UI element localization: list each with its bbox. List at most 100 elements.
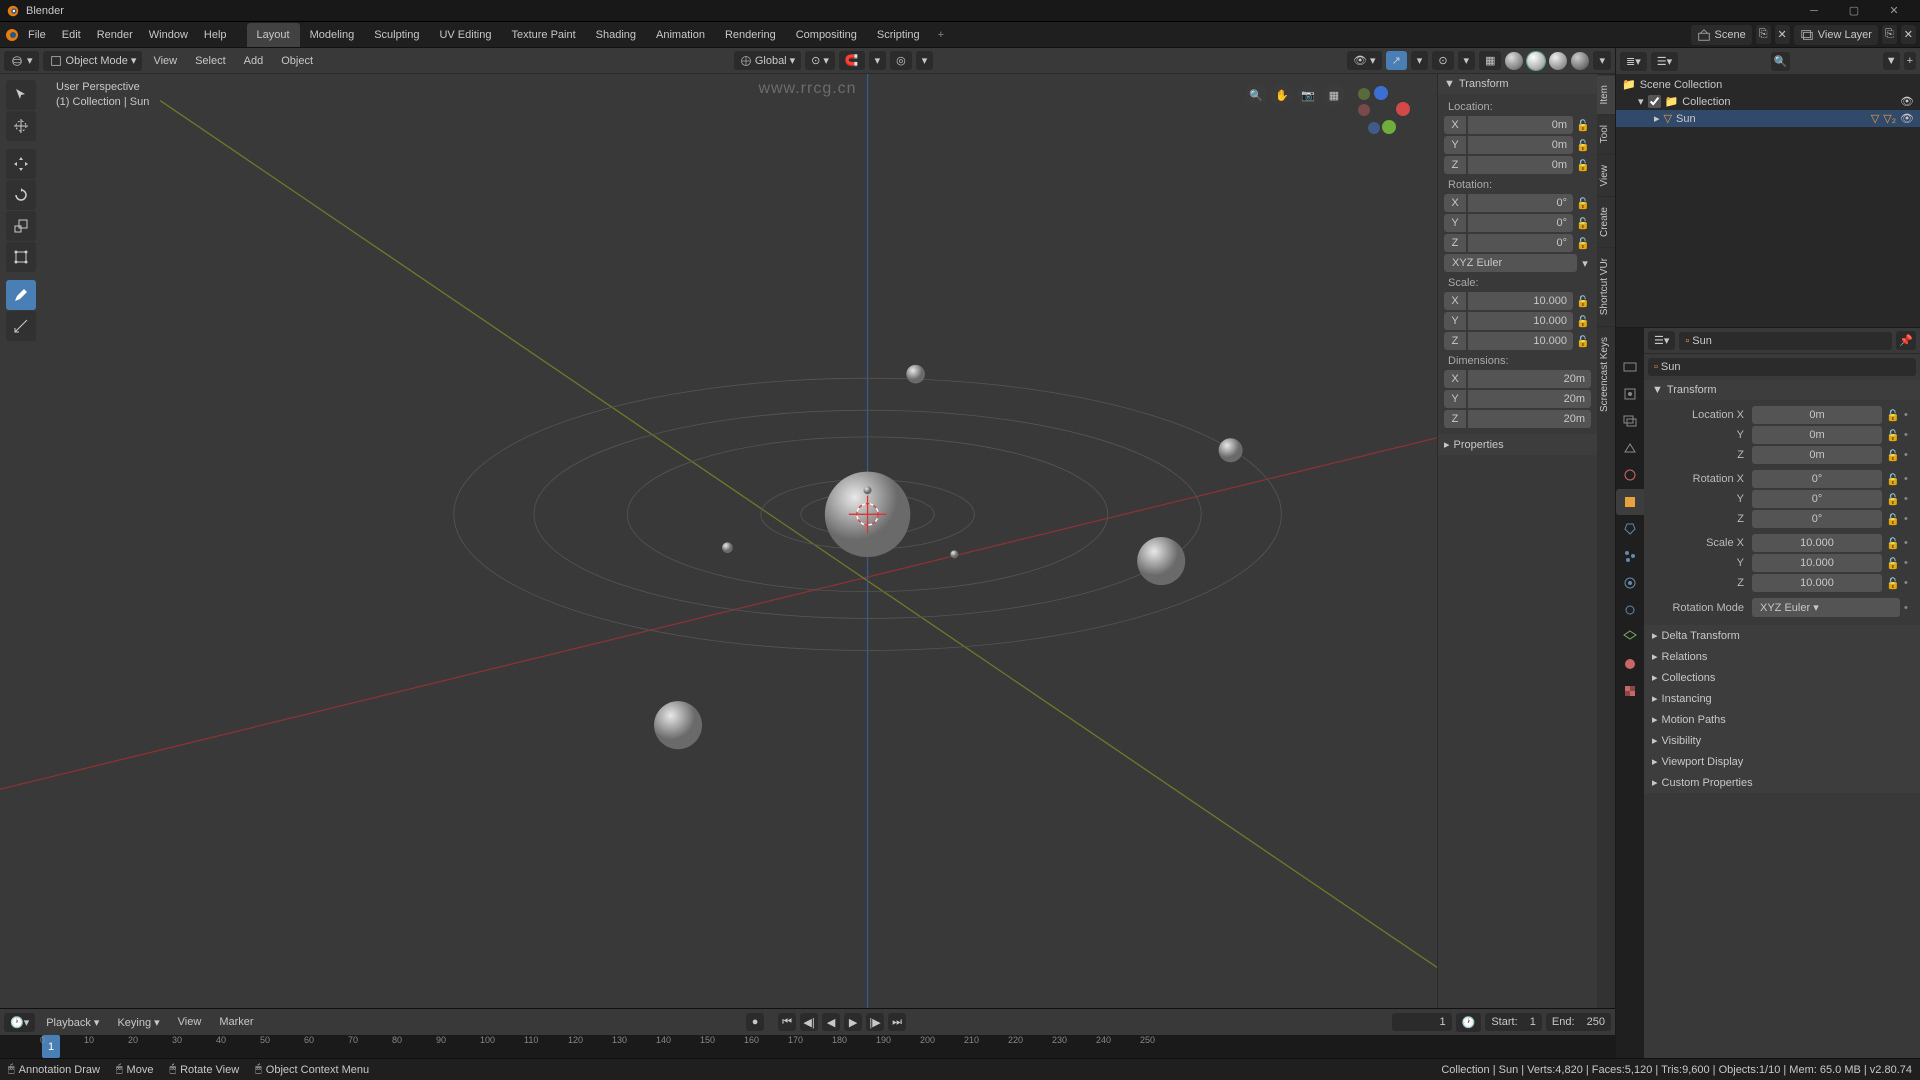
timeline-editor-type[interactable]: 🕐▾: [4, 1013, 35, 1032]
window-maximize-button[interactable]: ▢: [1834, 1, 1874, 21]
p-scalez-anim[interactable]: •: [1904, 577, 1912, 589]
overlay-toggle[interactable]: ⊙: [1432, 51, 1453, 70]
ptab-material[interactable]: [1616, 651, 1644, 677]
p-scalez-lock[interactable]: 🔓: [1886, 577, 1900, 590]
scale-y-value[interactable]: 10.000: [1468, 312, 1573, 330]
props-instancing-header[interactable]: ▸ Instancing: [1644, 688, 1920, 709]
play-button[interactable]: ▶: [844, 1013, 862, 1031]
p-locx-anim[interactable]: •: [1904, 409, 1912, 421]
ptab-render[interactable]: [1616, 354, 1644, 380]
workspace-scripting[interactable]: Scripting: [867, 23, 930, 47]
snap-toggle[interactable]: 🧲: [839, 51, 865, 70]
props-breadcrumb[interactable]: ▫ Sun: [1679, 332, 1892, 350]
viewlayer-new-button[interactable]: ⎘: [1882, 25, 1897, 44]
ptab-particles[interactable]: [1616, 543, 1644, 569]
props-editor-type[interactable]: ☰▾: [1648, 331, 1675, 350]
outliner-filter[interactable]: ▼: [1883, 52, 1900, 70]
ptab-constraints[interactable]: [1616, 597, 1644, 623]
props-pin[interactable]: 📌: [1896, 331, 1916, 350]
pivot-selector[interactable]: ⊙▾: [805, 51, 835, 70]
viewlayer-selector[interactable]: View Layer: [1794, 25, 1878, 45]
rot-y-value[interactable]: 0°: [1468, 214, 1573, 232]
shading-rendered[interactable]: [1571, 52, 1589, 70]
scale-z-value[interactable]: 10.000: [1468, 332, 1573, 350]
p-rotz-value[interactable]: 0°: [1752, 510, 1882, 528]
p-rotx-anim[interactable]: •: [1904, 473, 1912, 485]
timeline-menu-keying[interactable]: Keying ▾: [110, 1013, 166, 1032]
outliner-scene-collection[interactable]: 📁 Scene Collection: [1616, 76, 1920, 93]
p-scaley-anim[interactable]: •: [1904, 557, 1912, 569]
scale-y-lock[interactable]: 🔓: [1575, 315, 1591, 328]
outliner-new-collection[interactable]: +: [1904, 52, 1916, 70]
tool-transform[interactable]: [6, 242, 36, 272]
loc-z-value[interactable]: 0m: [1468, 156, 1573, 174]
viewport-menu-view[interactable]: View: [146, 52, 184, 70]
p-scalex-anim[interactable]: •: [1904, 537, 1912, 549]
p-rotz-anim[interactable]: •: [1904, 513, 1912, 525]
collection-visibility-icon[interactable]: 👁: [1900, 95, 1914, 108]
workspace-compositing[interactable]: Compositing: [786, 23, 867, 47]
ptab-world[interactable]: [1616, 462, 1644, 488]
sidebar-tab-tool[interactable]: Tool: [1597, 114, 1615, 153]
loc-x-lock[interactable]: 🔓: [1575, 119, 1591, 132]
ptab-texture[interactable]: [1616, 678, 1644, 704]
window-minimize-button[interactable]: ─: [1794, 1, 1834, 21]
ptab-viewlayer[interactable]: [1616, 408, 1644, 434]
rot-z-value[interactable]: 0°: [1468, 234, 1573, 252]
dim-x-value[interactable]: 20m: [1468, 370, 1591, 388]
object-name-field[interactable]: ▫ Sun: [1648, 358, 1916, 376]
viewport-menu-select[interactable]: Select: [188, 52, 233, 70]
frame-range-lock[interactable]: 🕐: [1456, 1013, 1482, 1032]
p-locy-lock[interactable]: 🔓: [1886, 429, 1900, 442]
sidebar-tab-shortcutvur[interactable]: Shortcut VUr: [1597, 247, 1615, 325]
outliner-collection[interactable]: ▾ 📁 Collection 👁: [1616, 93, 1920, 110]
scene-delete-button[interactable]: ✕: [1775, 25, 1790, 44]
loc-y-value[interactable]: 0m: [1468, 136, 1573, 154]
tool-scale[interactable]: [6, 211, 36, 241]
gizmo-options[interactable]: ▾: [1411, 51, 1429, 70]
shading-solid[interactable]: [1527, 52, 1545, 70]
gizmo-axis-neg-x[interactable]: [1358, 104, 1370, 116]
outliner-display-mode[interactable]: ☰▾: [1651, 52, 1678, 71]
modifier-icon[interactable]: ▽₂: [1883, 112, 1896, 125]
xray-toggle[interactable]: ▦: [1479, 51, 1501, 70]
p-locx-lock[interactable]: 🔓: [1886, 409, 1900, 422]
tool-annotate[interactable]: [6, 280, 36, 310]
properties-panel-header[interactable]: ▸ Properties: [1438, 434, 1597, 455]
snap-mode[interactable]: ▾: [869, 51, 887, 70]
p-rotmode-select[interactable]: XYZ Euler ▾: [1752, 598, 1900, 617]
p-locy-value[interactable]: 0m: [1752, 426, 1882, 444]
ptab-modifiers[interactable]: [1616, 516, 1644, 542]
editor-type-selector[interactable]: ▾: [4, 51, 39, 71]
p-locx-value[interactable]: 0m: [1752, 406, 1882, 424]
dim-y-value[interactable]: 20m: [1468, 390, 1591, 408]
rot-y-lock[interactable]: 🔓: [1575, 217, 1591, 230]
workspace-add-button[interactable]: +: [930, 23, 952, 47]
rotation-mode-select[interactable]: XYZ Euler: [1444, 254, 1577, 272]
visibility-selector[interactable]: 👁▾: [1347, 51, 1382, 70]
gizmo-axis-neg-z[interactable]: [1368, 122, 1380, 134]
navigation-gizmo[interactable]: [1354, 82, 1410, 138]
3d-viewport[interactable]: www.rrcg.cn User Perspective (1) Collect…: [0, 74, 1615, 1008]
sidebar-tab-item[interactable]: Item: [1597, 74, 1615, 114]
props-collections-header[interactable]: ▸ Collections: [1644, 667, 1920, 688]
autokey-toggle[interactable]: ●: [746, 1013, 764, 1031]
tool-rotate[interactable]: [6, 180, 36, 210]
gizmo-axis-z[interactable]: [1374, 86, 1388, 100]
shading-lookdev[interactable]: [1549, 52, 1567, 70]
timeline-ruler[interactable]: 1 01020304050607080901001101201301401501…: [0, 1035, 1615, 1058]
menu-window[interactable]: Window: [141, 25, 196, 45]
p-rotx-lock[interactable]: 🔓: [1886, 473, 1900, 486]
p-roty-lock[interactable]: 🔓: [1886, 493, 1900, 506]
p-roty-value[interactable]: 0°: [1752, 490, 1882, 508]
timeline-menu-marker[interactable]: Marker: [212, 1013, 260, 1031]
workspace-shading[interactable]: Shading: [586, 23, 646, 47]
p-scaley-value[interactable]: 10.000: [1752, 554, 1882, 572]
menu-edit[interactable]: Edit: [54, 25, 89, 45]
menu-file[interactable]: File: [20, 25, 54, 45]
nav-pan-button[interactable]: ✋: [1271, 84, 1293, 106]
end-frame-field[interactable]: End: 250: [1546, 1013, 1611, 1031]
gizmo-axis-neg-y[interactable]: [1358, 88, 1370, 100]
outliner-object-sun[interactable]: ▸ ▽ Sun ▽ ▽₂ 👁: [1616, 110, 1920, 127]
rot-z-lock[interactable]: 🔓: [1575, 237, 1591, 250]
